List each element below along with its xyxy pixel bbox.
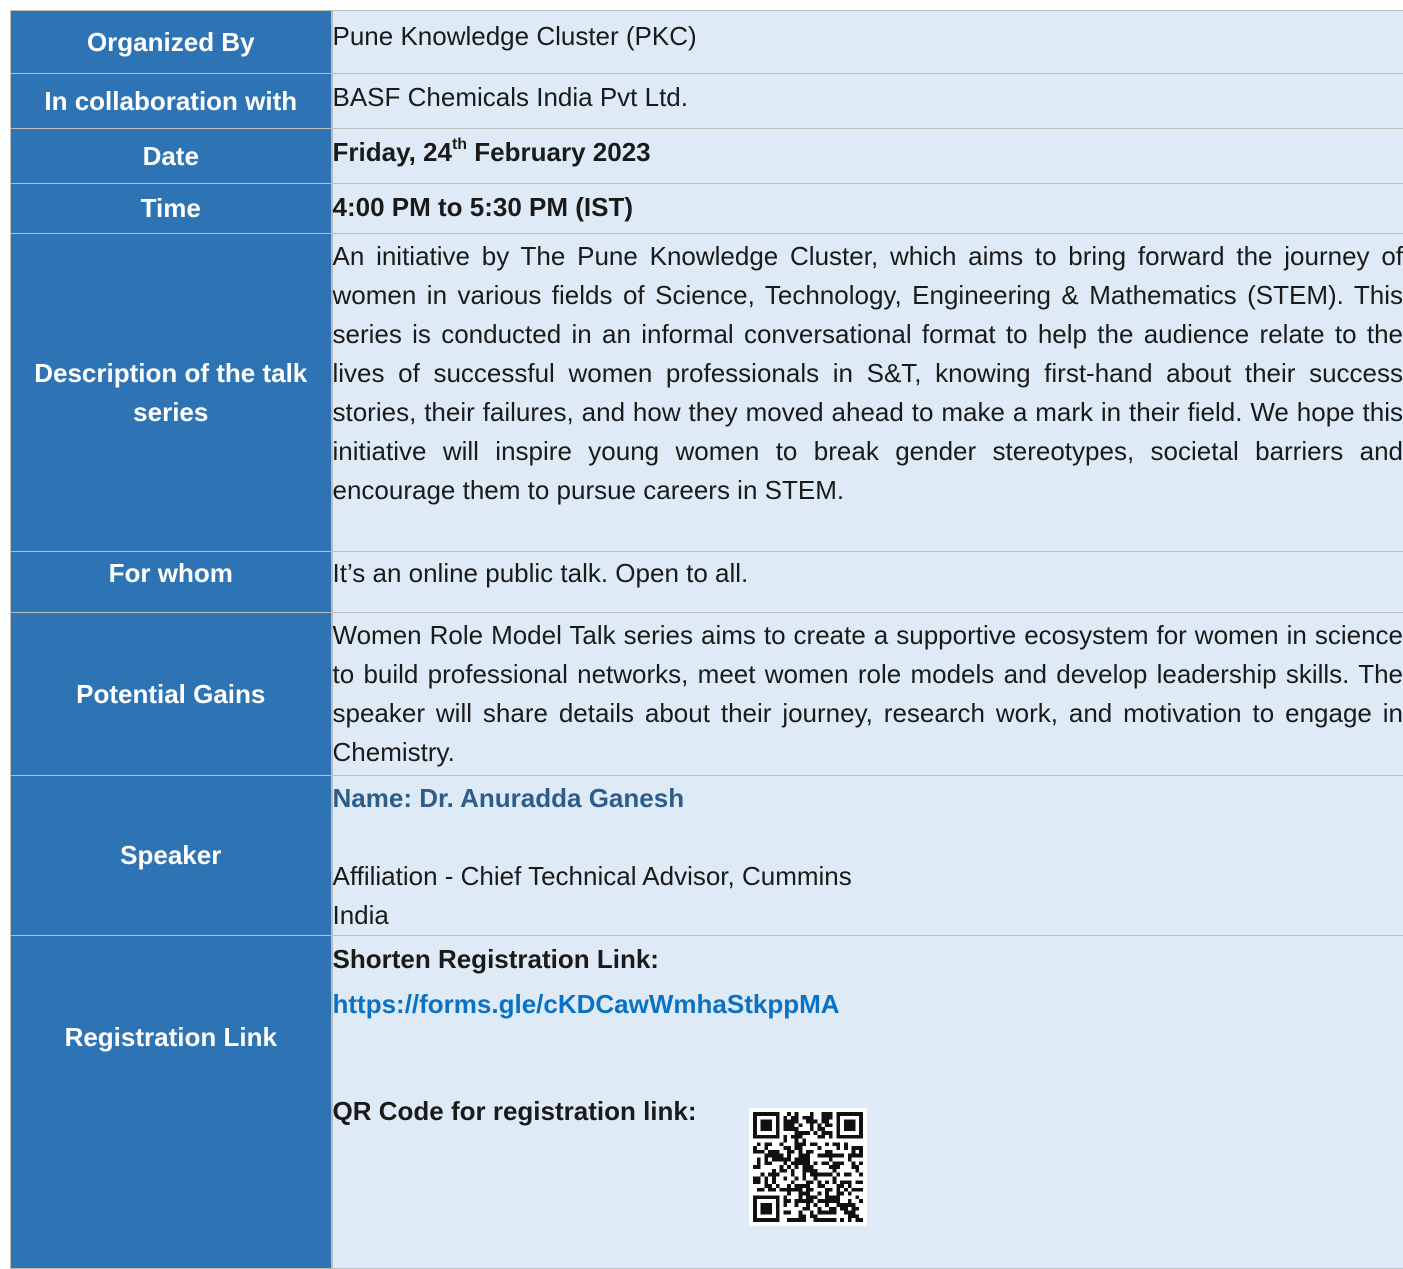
value-organized-by: Pune Knowledge Cluster (PKC) [332,11,1403,74]
value-potential-gains: Women Role Model Talk series aims to cre… [332,613,1403,776]
spacer [333,1024,1403,1092]
label-potential-gains: Potential Gains [11,613,332,776]
date-day: Friday, 24 [333,137,452,167]
label-for-whom: For whom [11,552,332,613]
event-info-table: Organized By Pune Knowledge Cluster (PKC… [10,10,1403,1269]
value-collaboration: BASF Chemicals India Pvt Ltd. [332,74,1403,129]
value-registration: Shorten Registration Link: https://forms… [332,936,1403,1269]
value-for-whom: It’s an online public talk. Open to all. [332,552,1403,613]
date-month-year: February 2023 [467,137,651,167]
registration-link-heading: Shorten Registration Link: [333,940,1403,979]
qr-row: QR Code for registration link: [333,1092,1403,1226]
qr-code-graphic [753,1112,863,1222]
qr-heading: QR Code for registration link: [333,1092,697,1131]
value-description: An initiative by The Pune Knowledge Clus… [332,234,1403,552]
value-date: Friday, 24th February 2023 [332,129,1403,184]
label-speaker: Speaker [11,776,332,936]
label-description: Description of the talk series [11,234,332,552]
event-info-sheet: Organized By Pune Knowledge Cluster (PKC… [10,10,1403,1268]
label-time: Time [11,184,332,234]
row-registration: Registration Link Shorten Registration L… [11,936,1403,1269]
label-collaboration: In collaboration with [11,74,332,129]
speaker-name: Name: Dr. Anuradda Ganesh [333,779,1403,818]
speaker-affiliation-line1: Affiliation - Chief Technical Advisor, C… [333,857,1403,896]
row-organized-by: Organized By Pune Knowledge Cluster (PKC… [11,11,1403,74]
qr-code-icon[interactable] [749,1108,867,1226]
row-date: Date Friday, 24th February 2023 [11,129,1403,184]
label-organized-by: Organized By [11,11,332,74]
label-date: Date [11,129,332,184]
row-time: Time 4:00 PM to 5:30 PM (IST) [11,184,1403,234]
row-description: Description of the talk series An initia… [11,234,1403,552]
label-registration: Registration Link [11,936,332,1269]
value-speaker: Name: Dr. Anuradda Ganesh Affiliation - … [332,776,1403,936]
speaker-affiliation-line2: India [333,896,1403,935]
row-for-whom: For whom It’s an online public talk. Ope… [11,552,1403,613]
value-time: 4:00 PM to 5:30 PM (IST) [332,184,1403,234]
row-collaboration: In collaboration with BASF Chemicals Ind… [11,74,1403,129]
date-ordinal: th [452,136,467,153]
row-speaker: Speaker Name: Dr. Anuradda Ganesh Affili… [11,776,1403,936]
row-potential-gains: Potential Gains Women Role Model Talk se… [11,613,1403,776]
spacer [333,818,1403,857]
registration-link[interactable]: https://forms.gle/cKDCawWmhaStkppMA [333,985,1403,1024]
